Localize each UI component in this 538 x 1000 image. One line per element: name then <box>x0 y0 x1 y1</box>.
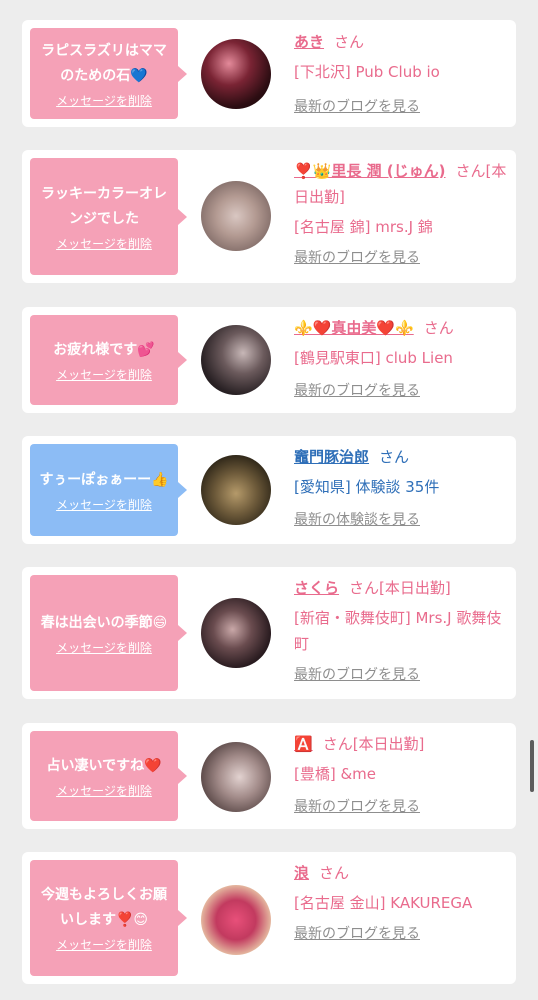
message-text: 占い凄いですね❤️ <box>46 757 162 774</box>
sender-location: [新宿・歌舞伎町] Mrs.J 歌舞伎町 <box>294 609 502 653</box>
sender-suffix: さん[本日出勤] <box>349 579 451 597</box>
delete-message-link[interactable]: メッセージを削除 <box>56 93 152 109</box>
sender-name-link[interactable]: あき <box>294 33 324 51</box>
latest-reviews-link[interactable]: 最新の体験談を見る <box>294 508 510 532</box>
message-bubble: 占い凄いですね❤️ メッセージを削除 <box>30 731 187 821</box>
sender-suffix: さん[本日出勤] <box>322 735 425 753</box>
latest-blog-link[interactable]: 最新のブログを見る <box>294 379 510 403</box>
message-bubble: ラピスラズリはママのための石💙 メッセージを削除 <box>30 28 187 119</box>
message-bubble: 今週もよろしくお願いします❣️😊 メッセージを削除 <box>30 860 187 976</box>
latest-blog-link[interactable]: 最新のブログを見る <box>294 95 510 119</box>
message-text: お疲れ様です💕 <box>53 341 155 358</box>
sender-suffix: さん <box>379 448 410 466</box>
latest-blog-link[interactable]: 最新のブログを見る <box>294 795 510 819</box>
avatar[interactable] <box>201 455 271 525</box>
sender-name-link[interactable]: さくら <box>294 579 339 597</box>
sender-name-link[interactable]: ⚜️❤️真由美❤️⚜️ <box>294 319 414 337</box>
message-bubble: すぅーぽぉぁーー👍 メッセージを削除 <box>30 444 187 536</box>
latest-blog-link[interactable]: 最新のブログを見る <box>294 246 510 270</box>
message-card: 春は出会いの季節😄 メッセージを削除 さくら さん[本日出勤] [新宿・歌舞伎町]… <box>22 567 516 699</box>
sender-location: [愛知県] 体験談 35件 <box>294 478 440 496</box>
delete-message-link[interactable]: メッセージを削除 <box>56 497 152 513</box>
message-text: すぅーぽぉぁーー👍 <box>39 471 169 488</box>
message-card: ラッキーカラーオレンジでした メッセージを削除 ❣️👑里長 潤 (じゅん) さん[… <box>22 150 516 283</box>
message-card: 占い凄いですね❤️ メッセージを削除 🅰️ さん[本日出勤] [豊橋] &me 最… <box>22 723 516 829</box>
sender-location: [鶴見駅東口] club Lien <box>294 349 453 367</box>
sender-location: [豊橋] &me <box>294 765 377 783</box>
sender-name-link[interactable]: 竈門豚治郎 <box>294 448 369 466</box>
sender-name-link[interactable]: ❣️👑里長 潤 (じゅん) <box>294 162 446 180</box>
avatar[interactable] <box>201 39 271 109</box>
sender-location: [名古屋 錦] mrs.J 錦 <box>294 218 433 236</box>
scrollbar[interactable] <box>530 740 534 792</box>
message-text: ラッキーカラーオレンジでした <box>41 185 167 227</box>
delete-message-link[interactable]: メッセージを削除 <box>56 640 152 656</box>
sender-location: [下北沢] Pub Club io <box>294 63 440 81</box>
avatar[interactable] <box>201 181 271 251</box>
message-bubble: 春は出会いの季節😄 メッセージを削除 <box>30 575 187 691</box>
delete-message-link[interactable]: メッセージを削除 <box>56 937 152 953</box>
message-bubble: お疲れ様です💕 メッセージを削除 <box>30 315 187 405</box>
delete-message-link[interactable]: メッセージを削除 <box>56 367 152 383</box>
sender-name-link[interactable]: 浪 <box>294 864 309 882</box>
message-card: すぅーぽぉぁーー👍 メッセージを削除 竈門豚治郎 さん [愛知県] 体験談 35件… <box>22 436 516 544</box>
avatar[interactable] <box>201 325 271 395</box>
delete-message-link[interactable]: メッセージを削除 <box>56 236 152 252</box>
message-text: ラピスラズリはママのための石💙 <box>41 42 167 84</box>
avatar[interactable] <box>201 598 271 668</box>
avatar[interactable] <box>201 885 271 955</box>
message-bubble: ラッキーカラーオレンジでした メッセージを削除 <box>30 158 187 275</box>
sender-suffix: さん <box>334 33 365 51</box>
sender-name-link[interactable]: 🅰️ <box>294 735 313 753</box>
message-card: お疲れ様です💕 メッセージを削除 ⚜️❤️真由美❤️⚜️ さん [鶴見駅東口] c… <box>22 307 516 413</box>
delete-message-link[interactable]: メッセージを削除 <box>56 783 152 799</box>
message-card: 今週もよろしくお願いします❣️😊 メッセージを削除 浪さん [名古屋 金山] K… <box>22 852 516 984</box>
latest-blog-link[interactable]: 最新のブログを見る <box>294 663 510 687</box>
avatar[interactable] <box>201 742 271 812</box>
message-text: 春は出会いの季節😄 <box>40 614 168 631</box>
message-text: 今週もよろしくお願いします❣️😊 <box>41 887 167 928</box>
sender-suffix: さん <box>319 864 350 882</box>
latest-blog-link[interactable]: 最新のブログを見る <box>294 922 510 946</box>
sender-suffix: さん <box>423 319 454 337</box>
message-card: ラピスラズリはママのための石💙 メッセージを削除 あき さん [下北沢] Pub … <box>22 20 516 127</box>
sender-location: [名古屋 金山] KAKUREGA <box>294 894 473 912</box>
